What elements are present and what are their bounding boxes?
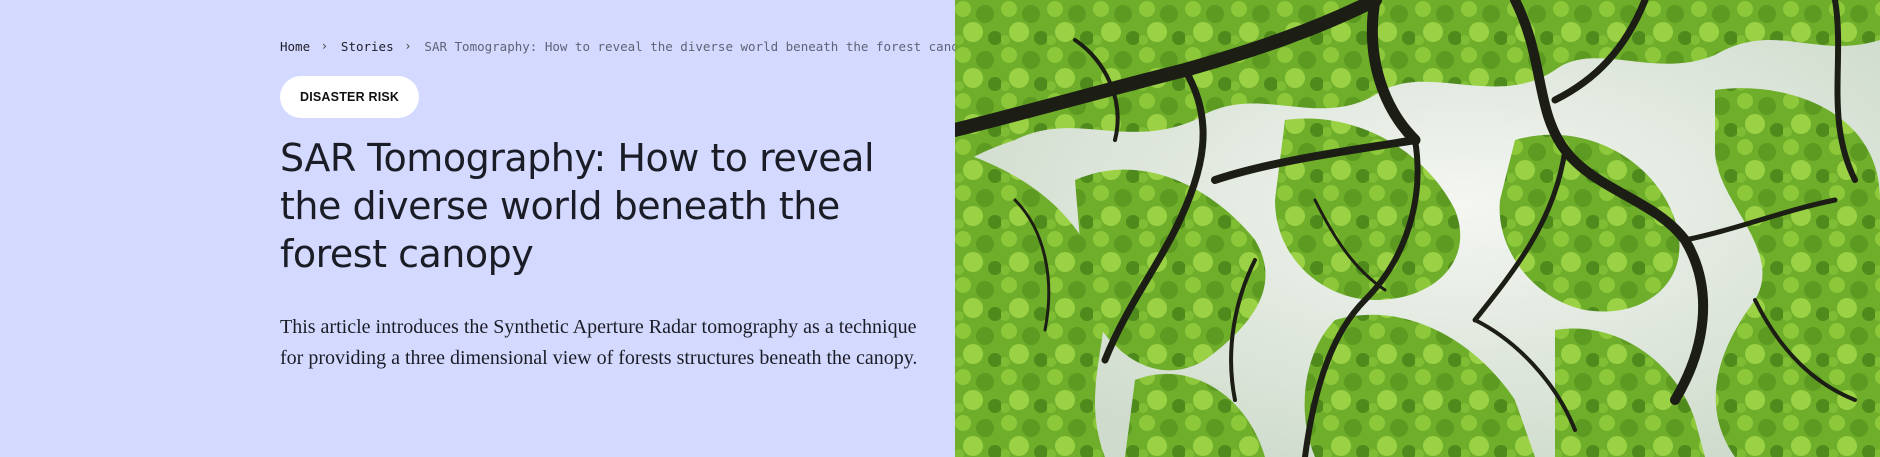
hero-text-panel: Home › Stories › SAR Tomography: How to …	[0, 0, 974, 457]
article-summary: This article introduces the Synthetic Ap…	[280, 316, 918, 369]
breadcrumb: Home › Stories › SAR Tomography: How to …	[280, 36, 974, 56]
breadcrumb-home-link[interactable]: Home	[280, 39, 310, 54]
canopy-illustration	[955, 0, 1880, 457]
breadcrumb-stories-link[interactable]: Stories	[341, 39, 394, 54]
hero-content: Home › Stories › SAR Tomography: How to …	[280, 36, 974, 374]
category-tag-button[interactable]: DISASTER RISK	[280, 76, 420, 118]
chevron-right-icon: ›	[322, 39, 327, 53]
page-title: SAR Tomography: How to reveal the divers…	[280, 136, 875, 276]
chevron-right-icon: ›	[405, 39, 411, 53]
article-hero: Home › Stories › SAR Tomography: How to …	[0, 0, 1880, 457]
forest-canopy-photo	[955, 0, 1880, 457]
breadcrumb-current: SAR Tomography: How to reveal the divers…	[424, 38, 974, 54]
